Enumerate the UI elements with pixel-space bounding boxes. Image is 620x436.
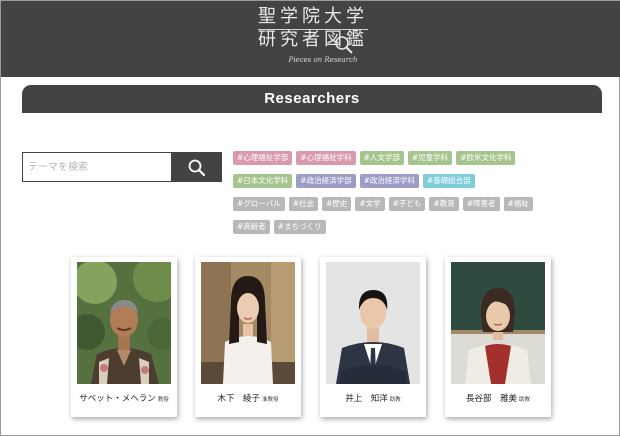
researcher-card[interactable]: 井上 知洋 助教 — [320, 257, 426, 417]
researcher-photo — [77, 262, 171, 384]
researcher-title: 准教授 — [262, 397, 279, 403]
researcher-name: サベット・メヘラン — [79, 394, 156, 404]
researcher-photo — [326, 262, 420, 384]
logo-line-2: 研究者図鑑 — [258, 29, 368, 50]
tag-row: #日本文化学科 #政治経済学部 #政治経済学科 #基礎総合部 — [233, 174, 578, 197]
tag-link[interactable]: #日本文化学科 — [233, 174, 293, 188]
researcher-title: 教授 — [157, 397, 169, 403]
tag-link[interactable]: #グローバル — [233, 197, 285, 211]
logo-divider — [258, 29, 368, 30]
researcher-name-row: 木下 綾子 准教授 — [195, 392, 301, 404]
tag-link[interactable]: #政治経済学科 — [359, 174, 419, 188]
tag-link[interactable]: #まちづくり — [273, 220, 326, 234]
researcher-name: 長谷部 雅美 — [465, 394, 517, 404]
section-header: Researchers — [22, 85, 602, 113]
tag-link[interactable]: #児童学科 — [407, 151, 453, 165]
search-icon — [188, 159, 205, 176]
tag-link[interactable]: #基礎総合部 — [422, 174, 475, 188]
researcher-name: 井上 知洋 — [345, 394, 388, 404]
tag-row: #心理福祉学部 #心理福祉学科 #人文学部 #児童学科 #欧米文化学科 — [233, 151, 578, 174]
logo-line-1: 聖学院大学 — [258, 6, 368, 27]
tag-link[interactable]: #政治経済学部 — [296, 174, 356, 188]
search-form — [22, 152, 222, 182]
tag-link[interactable]: #教育 — [429, 197, 459, 211]
tag-link[interactable]: #子ども — [388, 197, 426, 211]
logo-tagline: Pieces on Research — [288, 56, 358, 64]
tag-link[interactable]: #福祉 — [503, 197, 533, 211]
tag-cloud: #心理福祉学部 #心理福祉学科 #人文学部 #児童学科 #欧米文化学科 #日本文化学科 #政… — [233, 151, 578, 234]
researcher-card[interactable]: 長谷部 雅美 助教 — [445, 257, 551, 417]
tag-link[interactable]: #文学 — [355, 197, 385, 211]
researcher-name-row: 長谷部 雅美 助教 — [445, 392, 551, 404]
section-title: Researchers — [264, 90, 360, 107]
tag-link[interactable]: #歴史 — [322, 197, 352, 211]
magnifier-icon — [335, 36, 353, 54]
researcher-card[interactable]: サベット・メヘラン 教授 — [71, 257, 177, 417]
tag-link[interactable]: #障害者 — [462, 197, 500, 211]
tag-link[interactable]: #社会 — [288, 197, 319, 211]
site-logo[interactable]: 聖学院大学 研究者図鑑 Pieces on Research — [254, 6, 372, 70]
tag-link[interactable]: #心理福祉学科 — [296, 151, 356, 165]
researcher-name-row: サベット・メヘラン 教授 — [71, 392, 177, 404]
researcher-title: 助教 — [519, 397, 531, 403]
site-header: 聖学院大学 研究者図鑑 Pieces on Research — [1, 1, 620, 77]
researcher-photo — [201, 262, 295, 384]
tag-link[interactable]: #心理福祉学部 — [233, 151, 293, 165]
researcher-photo — [451, 262, 545, 384]
tag-link[interactable]: #高齢者 — [233, 220, 270, 234]
tag-row: #グローバル #社会 #歴史 #文学 #子ども #教育 #障害者 #福祉 — [233, 197, 578, 220]
search-button[interactable] — [171, 153, 222, 181]
researcher-title: 助教 — [389, 397, 401, 403]
tag-link[interactable]: #欧米文化学科 — [456, 151, 516, 165]
tag-row: #高齢者 #まちづくり — [233, 220, 578, 243]
researcher-name: 木下 綾子 — [217, 394, 260, 404]
researcher-name-row: 井上 知洋 助教 — [320, 392, 426, 404]
researcher-card[interactable]: 木下 綾子 准教授 — [195, 257, 301, 417]
search-input[interactable] — [23, 153, 171, 181]
tag-link[interactable]: #人文学部 — [359, 151, 404, 165]
